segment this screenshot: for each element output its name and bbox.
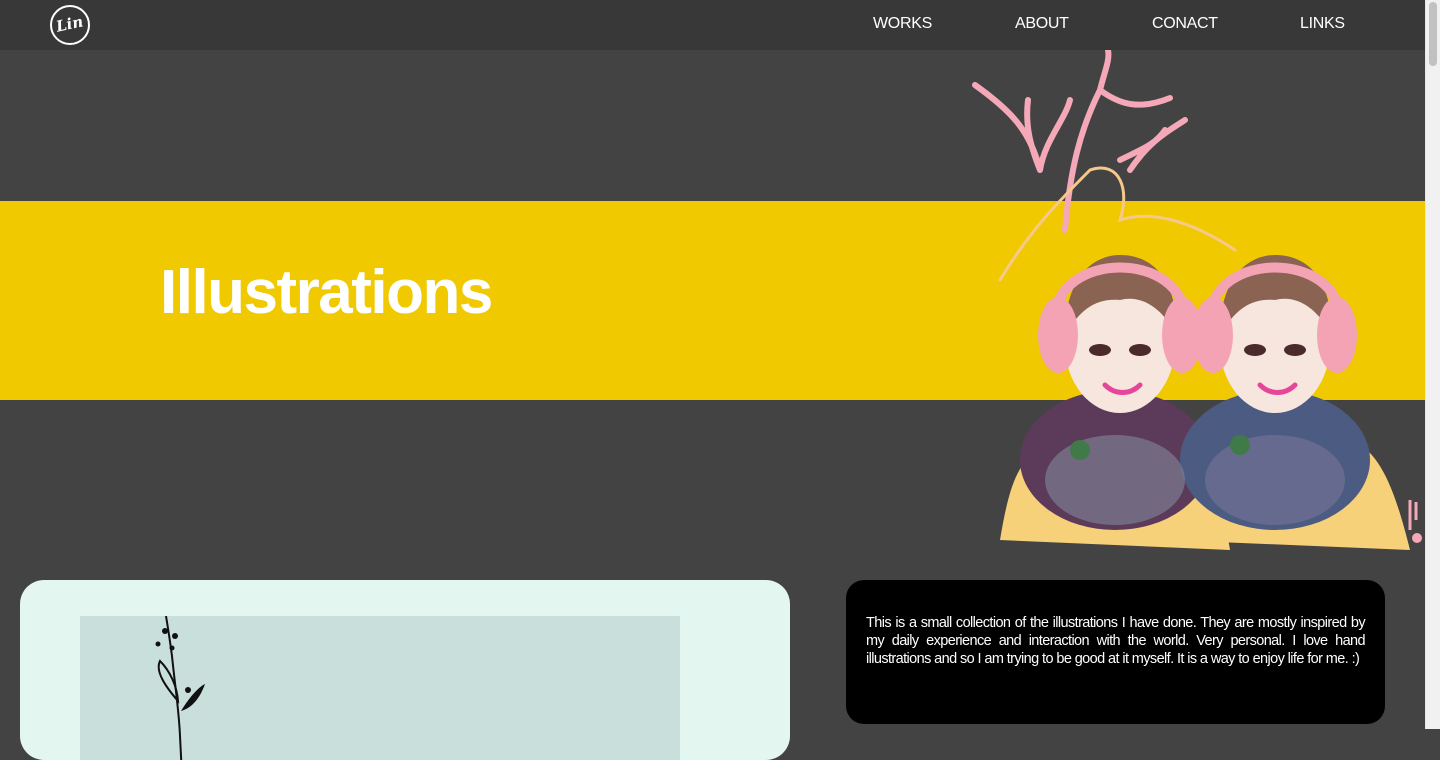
page-title: Illustrations	[160, 258, 493, 327]
nav-link-about[interactable]: ABOUT	[1015, 15, 1069, 33]
nav-link-contact[interactable]: CONACT	[1152, 15, 1218, 33]
illustration-card[interactable]	[20, 580, 790, 760]
plant-sketch	[155, 616, 205, 760]
plant-illustration-image[interactable]	[80, 616, 680, 760]
top-navigation-bar: Lin WORKS ABOUT CONACT LINKS	[0, 0, 1425, 50]
logo-text: Lin	[54, 12, 86, 36]
description-text: This is a small collection of the illust…	[866, 615, 1366, 667]
vertical-scrollbar[interactable]	[1425, 0, 1440, 729]
twin-girls-illustration	[972, 50, 1422, 550]
scrollbar-thumb[interactable]	[1429, 2, 1437, 66]
site-logo[interactable]: Lin	[50, 5, 90, 45]
nav-link-links[interactable]: LINKS	[1300, 15, 1345, 33]
nav-link-works[interactable]: WORKS	[873, 15, 932, 33]
description-card: This is a small collection of the illust…	[846, 580, 1385, 724]
